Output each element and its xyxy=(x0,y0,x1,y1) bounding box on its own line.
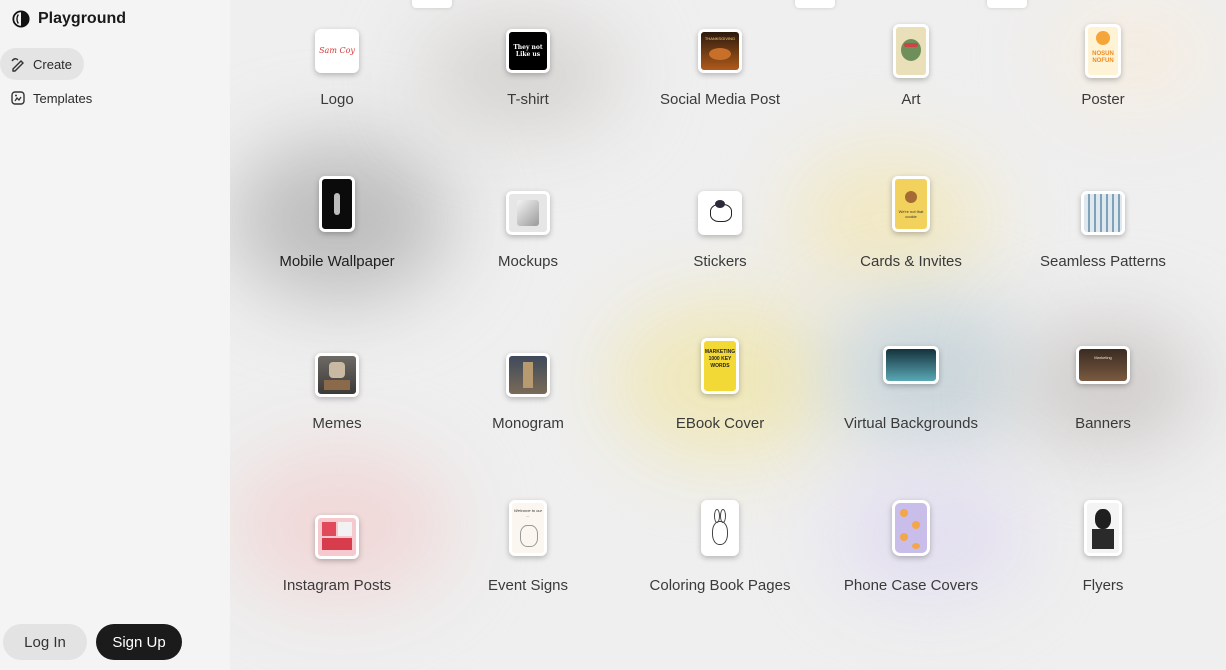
category-tile-ebook-cover[interactable]: MARKETING 1000 KEY WORDS EBook Cover xyxy=(630,333,810,453)
category-label: Social Media Post xyxy=(659,91,781,108)
art-thumbnail xyxy=(893,24,929,78)
category-tile-instagram-posts[interactable]: Instagram Posts xyxy=(247,495,427,615)
category-label: Banners xyxy=(1075,415,1131,432)
category-tile-art[interactable]: Art xyxy=(821,9,1001,129)
category-label: Mobile Wallpaper xyxy=(279,253,395,270)
ebook-cover-thumbnail: MARKETING 1000 KEY WORDS xyxy=(701,338,739,394)
poster-thumbnail: NOSUN NOFUN xyxy=(1085,24,1121,78)
category-tile-poster[interactable]: NOSUN NOFUN Poster xyxy=(1013,9,1193,129)
category-label: Event Signs xyxy=(487,577,569,594)
category-label: Logo xyxy=(320,91,354,108)
virtual-backgrounds-thumbnail xyxy=(883,346,939,384)
logo-thumbnail: Sam Coy xyxy=(315,29,359,73)
category-tile-stickers[interactable]: Stickers xyxy=(630,171,810,291)
category-grid-area: Sam Coy Logo They not Like us T-shirt TH… xyxy=(230,0,1226,670)
category-tile-tshirt[interactable]: They not Like us T-shirt xyxy=(438,9,618,129)
category-label: Seamless Patterns xyxy=(1040,253,1166,270)
category-tile-flyers[interactable]: Flyers xyxy=(1013,495,1193,615)
next-row-thumbnail xyxy=(987,0,1027,8)
pen-icon xyxy=(11,58,24,72)
nav-item-create[interactable]: Create xyxy=(0,48,85,80)
category-label: Phone Case Covers xyxy=(843,577,979,594)
category-tile-coloring-book-pages[interactable]: Coloring Book Pages xyxy=(630,495,810,615)
category-label: Instagram Posts xyxy=(282,577,392,594)
nav-item-label: Create xyxy=(33,56,73,72)
template-icon xyxy=(11,91,25,105)
nav-item-label: Templates xyxy=(33,90,93,106)
category-tile-monogram[interactable]: Monogram xyxy=(438,333,618,453)
mockups-thumbnail xyxy=(506,191,550,235)
signup-button[interactable]: Sign Up xyxy=(96,624,182,660)
category-label: Mockups xyxy=(497,253,559,270)
login-button[interactable]: Log In xyxy=(3,624,87,660)
playground-logo-icon xyxy=(12,10,30,28)
category-tile-virtual-backgrounds[interactable]: Virtual Backgrounds xyxy=(821,333,1001,453)
category-label: Monogram xyxy=(492,415,564,432)
mobile-wallpaper-thumbnail xyxy=(319,176,355,232)
category-label: Memes xyxy=(312,415,362,432)
sidebar: Playground Create Templates Log In Sign … xyxy=(0,0,230,670)
category-label: Coloring Book Pages xyxy=(649,577,791,594)
memes-thumbnail xyxy=(315,353,359,397)
category-tile-banners[interactable]: Marketing Banners xyxy=(1013,333,1193,453)
auth-buttons: Log In Sign Up xyxy=(3,624,182,660)
category-tile-memes[interactable]: Memes xyxy=(247,333,427,453)
next-row-thumbnail xyxy=(795,0,835,8)
category-tile-logo[interactable]: Sam Coy Logo xyxy=(247,9,427,129)
category-label: Flyers xyxy=(1082,577,1124,594)
social-media-post-thumbnail: THANKSGIVING xyxy=(698,29,742,73)
category-label: Stickers xyxy=(693,253,747,270)
category-tile-seamless-patterns[interactable]: Seamless Patterns xyxy=(1013,171,1193,291)
brand[interactable]: Playground xyxy=(12,10,126,28)
tshirt-thumbnail: They not Like us xyxy=(506,29,550,73)
category-label: EBook Cover xyxy=(675,415,765,432)
event-signs-thumbnail: Welcome to our ... xyxy=(509,500,547,556)
category-tile-mockups[interactable]: Mockups xyxy=(438,171,618,291)
category-tile-cards-invites[interactable]: We're not that cookie Cards & Invites xyxy=(821,171,1001,291)
category-label: Cards & Invites xyxy=(860,253,962,270)
stickers-thumbnail xyxy=(698,191,742,235)
category-tile-mobile-wallpaper[interactable]: Mobile Wallpaper xyxy=(247,171,427,291)
cards-invites-thumbnail: We're not that cookie xyxy=(892,176,930,232)
flyers-thumbnail xyxy=(1084,500,1122,556)
next-row-thumbnail xyxy=(412,0,452,8)
coloring-book-pages-thumbnail xyxy=(701,500,739,556)
seamless-patterns-thumbnail xyxy=(1081,191,1125,235)
instagram-posts-thumbnail xyxy=(315,515,359,559)
banners-thumbnail: Marketing xyxy=(1076,346,1130,384)
monogram-thumbnail xyxy=(506,353,550,397)
brand-name: Playground xyxy=(38,10,127,27)
category-label: Virtual Backgrounds xyxy=(844,415,978,432)
category-tile-phone-case-covers[interactable]: Phone Case Covers xyxy=(821,495,1001,615)
category-tile-social-media-post[interactable]: THANKSGIVING Social Media Post xyxy=(630,9,810,129)
category-label: T-shirt xyxy=(507,91,549,108)
category-tile-event-signs[interactable]: Welcome to our ... Event Signs xyxy=(438,495,618,615)
nav-item-templates[interactable]: Templates xyxy=(0,82,104,114)
phone-case-covers-thumbnail xyxy=(892,500,930,556)
category-label: Poster xyxy=(1081,91,1125,108)
category-label: Art xyxy=(901,91,921,108)
